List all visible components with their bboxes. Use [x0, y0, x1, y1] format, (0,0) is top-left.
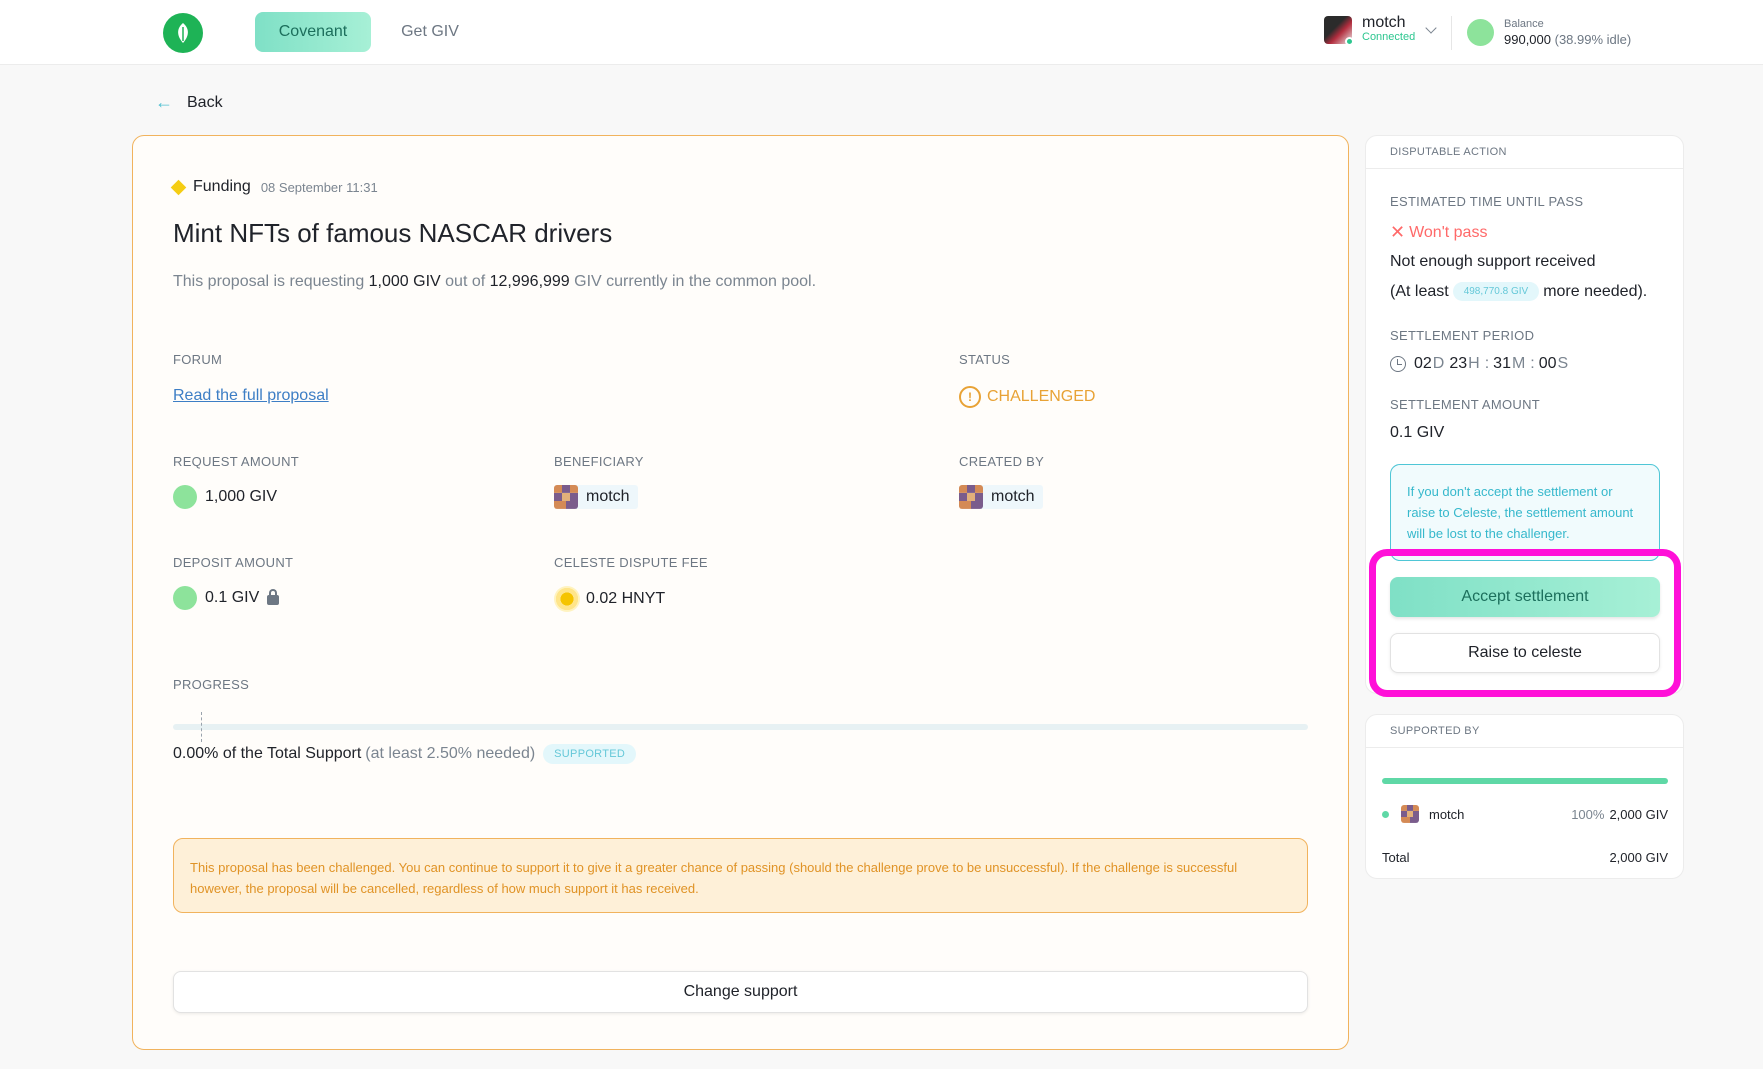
beneficiary-label: BENEFICIARY [554, 454, 644, 469]
dispute-fee-value: 0.02 HNYT [554, 586, 665, 612]
threshold-marker [201, 712, 202, 742]
hnyt-token-icon [554, 586, 580, 612]
balance-idle: (38.99% idle) [1554, 32, 1632, 47]
support-distribution-bar [1382, 778, 1668, 784]
request-amount-value: 1,000 GIV [173, 485, 277, 509]
back-button[interactable]: ← Back [155, 92, 223, 113]
supporter-amount: 2,000 GIV [1609, 806, 1668, 822]
total-value: 2,000 GIV [1609, 850, 1668, 865]
beneficiary-value[interactable]: motch [554, 485, 638, 509]
total-row: Total 2,000 GIV [1382, 850, 1668, 865]
settlement-info-box: If you don't accept the settlement or ra… [1390, 464, 1660, 561]
giv-coin-icon [173, 485, 197, 509]
avatar [1324, 16, 1354, 46]
proposal-type: Funding [193, 178, 251, 195]
balance-widget: Balance 990,000 (38.99% idle) [1467, 16, 1631, 48]
chevron-down-icon [1425, 22, 1437, 34]
raise-to-celeste-button[interactable]: Raise to celeste [1390, 633, 1660, 673]
identicon-icon [1401, 805, 1419, 823]
giv-coin-icon [173, 586, 197, 610]
close-icon: ✕ [1390, 222, 1406, 242]
deposit-amount-value: 0.1 GIV [173, 586, 280, 610]
settlement-amount-value: 0.1 GIV [1390, 424, 1445, 441]
supporter-color-dot [1382, 810, 1389, 818]
change-support-button[interactable]: Change support [173, 971, 1308, 1013]
deposit-amount-label: DEPOSIT AMOUNT [173, 555, 294, 570]
proposal-description: This proposal is requesting 1,000 GIV ou… [173, 273, 817, 290]
connected-dot-icon [1345, 37, 1354, 46]
app-logo-icon[interactable] [163, 13, 203, 53]
read-proposal-link[interactable]: Read the full proposal [173, 387, 329, 405]
supported-badge: SUPPORTED [543, 744, 637, 764]
total-label: Total [1382, 850, 1410, 865]
status-label: STATUS [959, 352, 1011, 367]
created-by-value[interactable]: motch [959, 485, 1043, 509]
eta-value: ✕ Won't pass [1390, 222, 1488, 242]
supporter-name[interactable]: motch [1429, 807, 1464, 822]
created-by-label: CREATED BY [959, 454, 1045, 469]
supporter-pct: 100% [1571, 806, 1605, 822]
balance-value: 990,000 (38.99% idle) [1504, 32, 1632, 47]
settlement-countdown: 02 D 23 H : 31 M : 00 S [1390, 355, 1573, 373]
progress-bar [173, 724, 1308, 730]
account-status: Connected [1362, 31, 1416, 43]
dispute-fee-label: CELESTE DISPUTE FEE [554, 555, 708, 570]
top-bar: Covenant Get GIV motch Connected Balance… [0, 0, 1763, 65]
giv-coin-icon [1467, 18, 1494, 46]
tab-get-giv[interactable]: Get GIV [392, 12, 468, 52]
status-badge: ! CHALLENGED [959, 386, 1095, 408]
progress-summary: 0.00% of the Total Support (at least 2.5… [173, 744, 637, 764]
disputable-action-card: DISPUTABLE ACTION ESTIMATED TIME UNTIL P… [1365, 135, 1684, 694]
supported-by-header: SUPPORTED BY [1366, 715, 1683, 748]
back-label: Back [187, 93, 223, 111]
arrow-left-icon: ← [155, 92, 173, 112]
challenged-alert: This proposal has been challenged. You c… [173, 838, 1308, 913]
eta-reason: Not enough support received [1390, 253, 1596, 270]
lock-icon [267, 589, 280, 605]
tab-covenant[interactable]: Covenant [255, 12, 371, 52]
proposal-card: Funding 08 September 11:31 Mint NFTs of … [132, 135, 1349, 1050]
identicon-icon [959, 485, 983, 509]
support-needed: (At least 498,770.8 GIV more needed). [1390, 282, 1648, 301]
eta-label: ESTIMATED TIME UNTIL PASS [1390, 194, 1584, 209]
warning-icon: ! [959, 386, 981, 408]
proposal-type-row: Funding 08 September 11:31 [170, 178, 378, 196]
progress-label: PROGRESS [173, 677, 250, 692]
identicon-icon [554, 485, 578, 509]
balance-label: Balance [1504, 18, 1544, 30]
settlement-amount-label: SETTLEMENT AMOUNT [1390, 397, 1541, 412]
clock-icon [1390, 356, 1406, 372]
account-name: motch [1362, 14, 1406, 31]
settlement-period-label: SETTLEMENT PERIOD [1390, 328, 1535, 343]
supported-by-card: SUPPORTED BY motch 100% 2,000 GIV Total … [1365, 714, 1684, 879]
disputable-header: DISPUTABLE ACTION [1366, 136, 1683, 169]
accept-settlement-button[interactable]: Accept settlement [1390, 577, 1660, 617]
divider [1451, 16, 1452, 50]
needed-amount-badge: 498,770.8 GIV [1452, 282, 1540, 301]
page-title: Mint NFTs of famous NASCAR drivers [173, 218, 613, 248]
list-item: motch 100% 2,000 GIV [1382, 805, 1668, 823]
request-amount-label: REQUEST AMOUNT [173, 454, 300, 469]
forum-label: FORUM [173, 352, 223, 367]
funding-diamond-icon [170, 179, 187, 195]
proposal-date: 08 September 11:31 [260, 179, 378, 195]
account-menu[interactable]: motch Connected [1324, 14, 1437, 46]
